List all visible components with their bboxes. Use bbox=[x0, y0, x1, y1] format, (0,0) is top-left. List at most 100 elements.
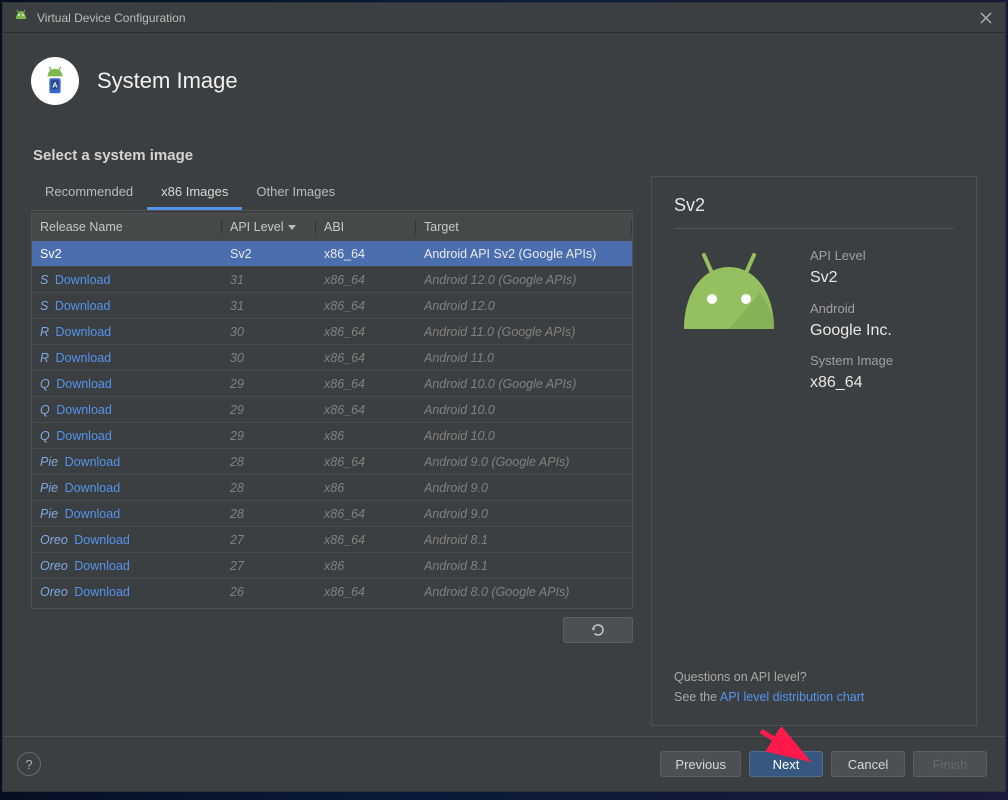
cell-target: Android 11.0 bbox=[416, 351, 632, 365]
page-header: A System Image bbox=[3, 33, 1005, 123]
section-title: Select a system image bbox=[33, 147, 977, 164]
api-level-chart-link[interactable]: API level distribution chart bbox=[720, 690, 865, 704]
cell-release-name: R Download bbox=[32, 325, 222, 339]
cell-abi: x86_64 bbox=[316, 533, 416, 547]
cell-api-level: 31 bbox=[222, 299, 316, 313]
system-image-table: Release Name API Level ABI Target Sv2Sv2… bbox=[31, 213, 633, 609]
release-name: S bbox=[40, 299, 48, 313]
next-button[interactable]: Next bbox=[749, 751, 823, 777]
cell-target: Android API Sv2 (Google APIs) bbox=[416, 247, 632, 261]
release-name: Pie bbox=[40, 455, 58, 469]
cell-release-name: S Download bbox=[32, 299, 222, 313]
cell-target: Android 8.1 bbox=[416, 559, 632, 573]
svg-text:A: A bbox=[52, 81, 58, 90]
table-row[interactable]: S Download31x86_64Android 12.0 bbox=[32, 292, 632, 318]
cell-abi: x86_64 bbox=[316, 325, 416, 339]
release-name: Q bbox=[40, 429, 50, 443]
cell-abi: x86_64 bbox=[316, 351, 416, 365]
cell-release-name: R Download bbox=[32, 351, 222, 365]
download-link[interactable]: Download bbox=[56, 325, 112, 339]
page-title: System Image bbox=[97, 68, 238, 94]
detail-api-label: API Level bbox=[810, 247, 893, 265]
table-row[interactable]: R Download30x86_64Android 11.0 (Google A… bbox=[32, 318, 632, 344]
detail-android-value: Google Inc. bbox=[810, 320, 893, 342]
download-link[interactable]: Download bbox=[65, 455, 121, 469]
release-name: Oreo bbox=[40, 559, 68, 573]
table-row[interactable]: Q Download29x86_64Android 10.0 (Google A… bbox=[32, 370, 632, 396]
cell-target: Android 9.0 bbox=[416, 507, 632, 521]
download-link[interactable]: Download bbox=[65, 507, 121, 521]
download-link[interactable]: Download bbox=[55, 273, 111, 287]
col-api-level[interactable]: API Level bbox=[222, 220, 316, 234]
previous-button[interactable]: Previous bbox=[660, 751, 741, 777]
cell-target: Android 10.0 bbox=[416, 403, 632, 417]
download-link[interactable]: Download bbox=[74, 585, 130, 599]
release-name: Q bbox=[40, 377, 50, 391]
table-row[interactable]: Oreo Download27x86_64Android 8.1 bbox=[32, 526, 632, 552]
cell-release-name: Q Download bbox=[32, 377, 222, 391]
refresh-button[interactable] bbox=[563, 617, 633, 643]
release-name: Oreo bbox=[40, 533, 68, 547]
cell-api-level: 29 bbox=[222, 429, 316, 443]
table-header: Release Name API Level ABI Target bbox=[32, 214, 632, 240]
table-row[interactable]: Pie Download28x86Android 9.0 bbox=[32, 474, 632, 500]
download-link[interactable]: Download bbox=[56, 403, 112, 417]
table-row[interactable]: Oreo Download27x86Android 8.1 bbox=[32, 552, 632, 578]
release-name: Q bbox=[40, 403, 50, 417]
download-link[interactable]: Download bbox=[56, 429, 112, 443]
cell-release-name: Pie Download bbox=[32, 481, 222, 495]
table-row[interactable]: Pie Download28x86_64Android 9.0 bbox=[32, 500, 632, 526]
table-row[interactable]: Sv2Sv2x86_64Android API Sv2 (Google APIs… bbox=[32, 240, 632, 266]
image-tabs: Recommended x86 Images Other Images bbox=[31, 176, 633, 211]
table-body[interactable]: Sv2Sv2x86_64Android API Sv2 (Google APIs… bbox=[32, 240, 632, 608]
download-link[interactable]: Download bbox=[56, 351, 112, 365]
cell-abi: x86 bbox=[316, 559, 416, 573]
table-row[interactable]: Q Download29x86Android 10.0 bbox=[32, 422, 632, 448]
cell-release-name: S Download bbox=[32, 273, 222, 287]
cell-api-level: 27 bbox=[222, 559, 316, 573]
col-release-name[interactable]: Release Name bbox=[32, 220, 222, 234]
table-row[interactable]: Pie Download28x86_64Android 9.0 (Google … bbox=[32, 448, 632, 474]
refresh-icon bbox=[590, 622, 606, 638]
release-name: Sv2 bbox=[40, 247, 62, 261]
cell-api-level: 30 bbox=[222, 325, 316, 339]
cell-api-level: 31 bbox=[222, 273, 316, 287]
cell-abi: x86 bbox=[316, 481, 416, 495]
cell-release-name: Pie Download bbox=[32, 455, 222, 469]
cell-abi: x86_64 bbox=[316, 507, 416, 521]
cell-abi: x86_64 bbox=[316, 403, 416, 417]
detail-android-label: Android bbox=[810, 300, 893, 318]
help-button[interactable]: ? bbox=[17, 752, 41, 776]
release-name: Pie bbox=[40, 481, 58, 495]
cell-release-name: Oreo Download bbox=[32, 559, 222, 573]
cell-abi: x86_64 bbox=[316, 455, 416, 469]
tab-recommended[interactable]: Recommended bbox=[31, 176, 147, 210]
download-link[interactable]: Download bbox=[74, 559, 130, 573]
tab-x86-images[interactable]: x86 Images bbox=[147, 176, 242, 210]
titlebar: Virtual Device Configuration bbox=[3, 3, 1005, 33]
cell-release-name: Q Download bbox=[32, 403, 222, 417]
table-row[interactable]: S Download31x86_64Android 12.0 (Google A… bbox=[32, 266, 632, 292]
table-row[interactable]: R Download30x86_64Android 11.0 bbox=[32, 344, 632, 370]
col-abi[interactable]: ABI bbox=[316, 220, 416, 234]
detail-sysimg-label: System Image bbox=[810, 352, 893, 370]
cell-api-level: 28 bbox=[222, 481, 316, 495]
cell-target: Android 8.1 bbox=[416, 533, 632, 547]
detail-api-value: Sv2 bbox=[810, 267, 893, 289]
tab-other-images[interactable]: Other Images bbox=[242, 176, 349, 210]
download-link[interactable]: Download bbox=[56, 377, 112, 391]
window-title: Virtual Device Configuration bbox=[37, 11, 186, 25]
dialog-footer: ? Previous Next Cancel Finish bbox=[3, 736, 1005, 791]
download-link[interactable]: Download bbox=[55, 299, 111, 313]
cell-target: Android 9.0 bbox=[416, 481, 632, 495]
download-link[interactable]: Download bbox=[74, 533, 130, 547]
table-row[interactable]: Oreo Download26x86_64Android 8.0 (Google… bbox=[32, 578, 632, 604]
cell-target: Android 10.0 (Google APIs) bbox=[416, 377, 632, 391]
col-target[interactable]: Target bbox=[416, 220, 632, 234]
table-row[interactable]: Q Download29x86_64Android 10.0 bbox=[32, 396, 632, 422]
close-button[interactable] bbox=[977, 9, 995, 27]
android-logo-icon bbox=[674, 247, 784, 350]
cell-abi: x86 bbox=[316, 429, 416, 443]
download-link[interactable]: Download bbox=[65, 481, 121, 495]
cancel-button[interactable]: Cancel bbox=[831, 751, 905, 777]
